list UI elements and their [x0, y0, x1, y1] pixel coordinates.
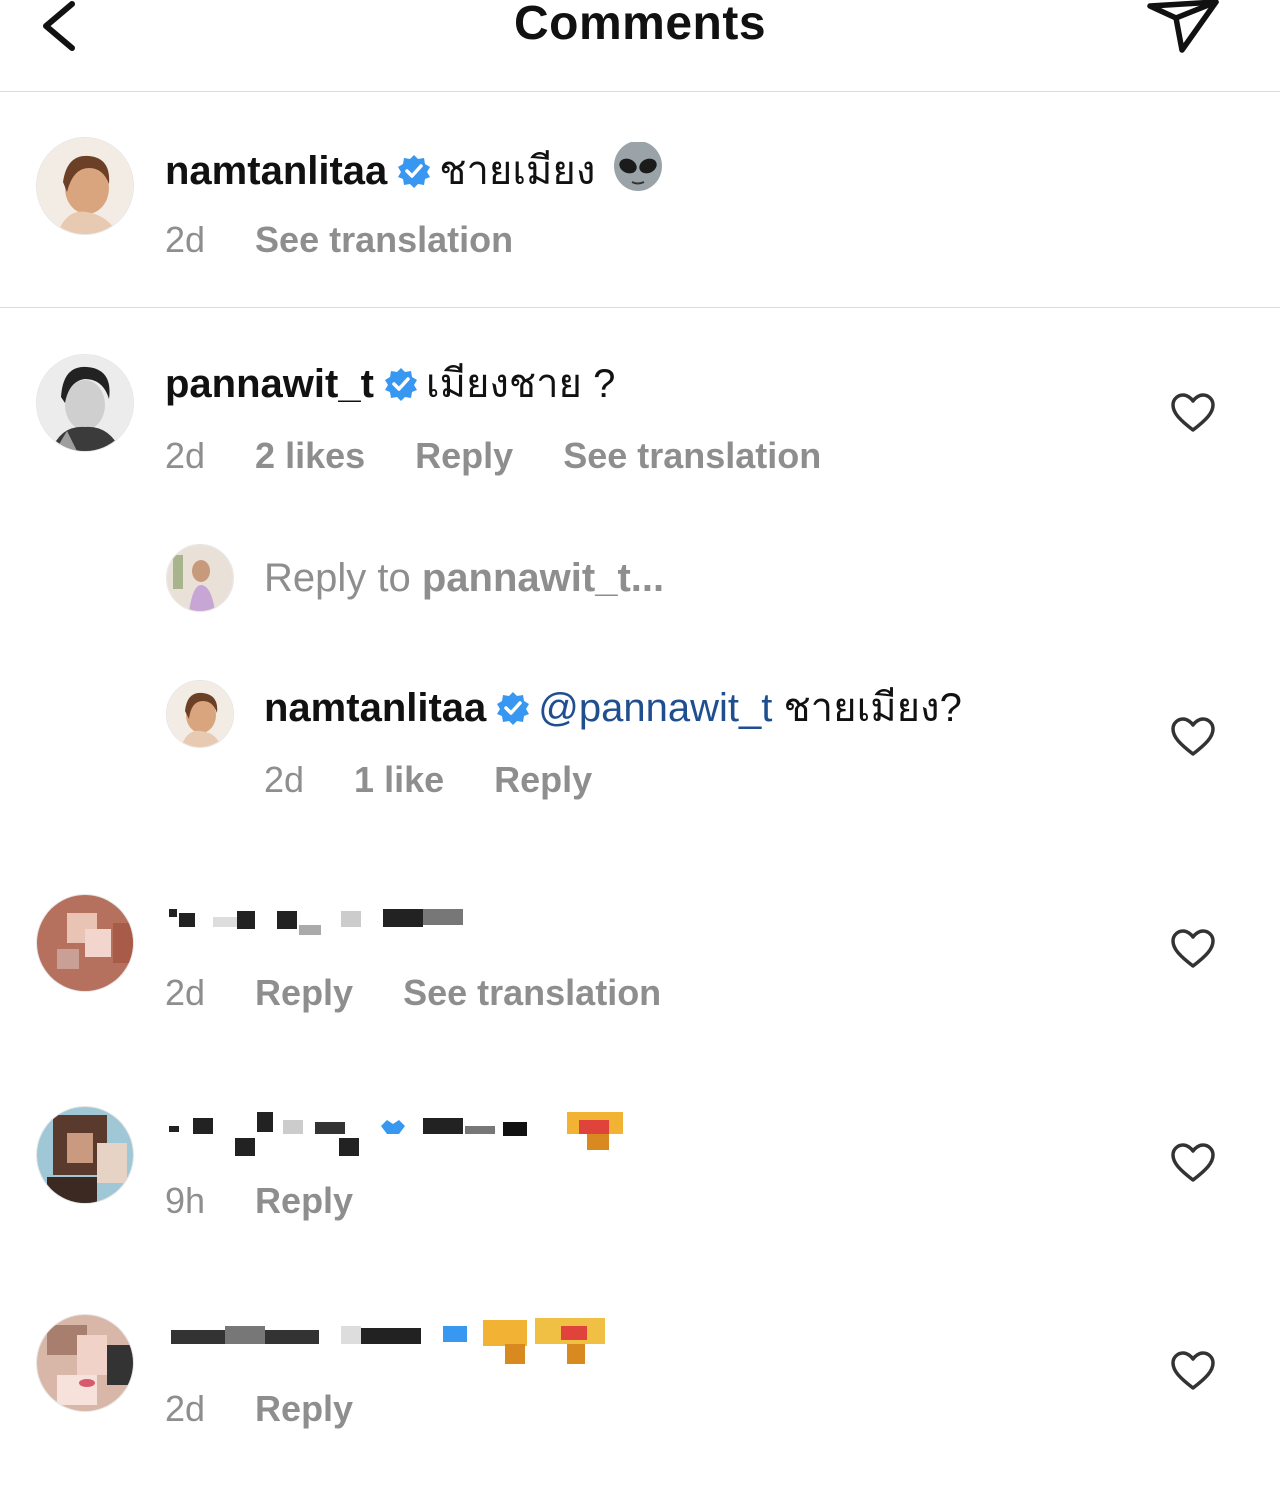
current-user-avatar — [166, 544, 234, 612]
redacted-text-blur — [169, 1112, 623, 1157]
like-heart-icon[interactable] — [1170, 1142, 1216, 1184]
verified-badge-icon — [384, 368, 417, 401]
page-title: Comments — [513, 0, 767, 50]
likes-count[interactable]: 2 likes — [255, 433, 365, 479]
like-heart-icon[interactable] — [1170, 1350, 1216, 1392]
reply-button[interactable]: Reply — [255, 1386, 353, 1432]
redacted-text-blur — [169, 909, 463, 936]
see-translation-link[interactable]: See translation — [563, 433, 821, 479]
like-heart-icon[interactable] — [1170, 392, 1216, 434]
comment-time: 2d — [264, 759, 305, 800]
reply-prompt-target: pannawit_t... — [421, 556, 665, 600]
reply-button[interactable]: Reply — [415, 433, 513, 479]
likes-count[interactable]: 1 like — [354, 757, 444, 803]
like-heart-icon[interactable] — [1170, 716, 1216, 758]
see-translation-link[interactable]: See translation — [255, 217, 513, 263]
reply-button[interactable]: Reply — [255, 970, 353, 1016]
alien-emoji-icon — [614, 141, 663, 191]
caption-divider — [0, 307, 1280, 308]
avatar[interactable] — [166, 680, 234, 748]
comment-text: เมียงชาย ? — [425, 362, 616, 406]
see-translation-link[interactable]: See translation — [403, 970, 661, 1016]
avatar[interactable] — [36, 1106, 134, 1204]
reply-prompt-prefix: Reply to — [264, 556, 422, 600]
redacted-comment — [165, 894, 475, 947]
reply-username[interactable]: namtanlitaa — [264, 686, 486, 730]
mention-link[interactable]: @pannawit_t — [538, 686, 772, 730]
verified-badge-icon — [497, 692, 530, 725]
redacted-text-blur — [171, 1318, 605, 1364]
comment-time: 2d — [165, 972, 206, 1013]
avatar[interactable] — [36, 354, 134, 452]
comment-username[interactable]: pannawit_t — [165, 362, 374, 406]
reply-text: ชายเมียง? — [783, 686, 962, 730]
caption-text: ชายเมียง — [439, 149, 596, 193]
send-direct-icon[interactable] — [1146, 0, 1220, 56]
redacted-comment — [165, 1106, 635, 1160]
verified-badge-icon — [398, 155, 431, 188]
avatar[interactable] — [36, 1314, 134, 1412]
comment-time: 9h — [165, 1180, 206, 1221]
reply-button[interactable]: Reply — [255, 1178, 353, 1224]
redacted-comment — [165, 1308, 615, 1372]
like-heart-icon[interactable] — [1170, 928, 1216, 970]
avatar[interactable] — [36, 137, 134, 235]
avatar[interactable] — [36, 894, 134, 992]
comment-time: 2d — [165, 219, 206, 260]
comment-time: 2d — [165, 1388, 206, 1429]
caption-username[interactable]: namtanlitaa — [165, 149, 387, 193]
comment-time: 2d — [165, 435, 206, 476]
header-bar: Comments — [0, 0, 1280, 92]
reply-button[interactable]: Reply — [494, 757, 592, 803]
